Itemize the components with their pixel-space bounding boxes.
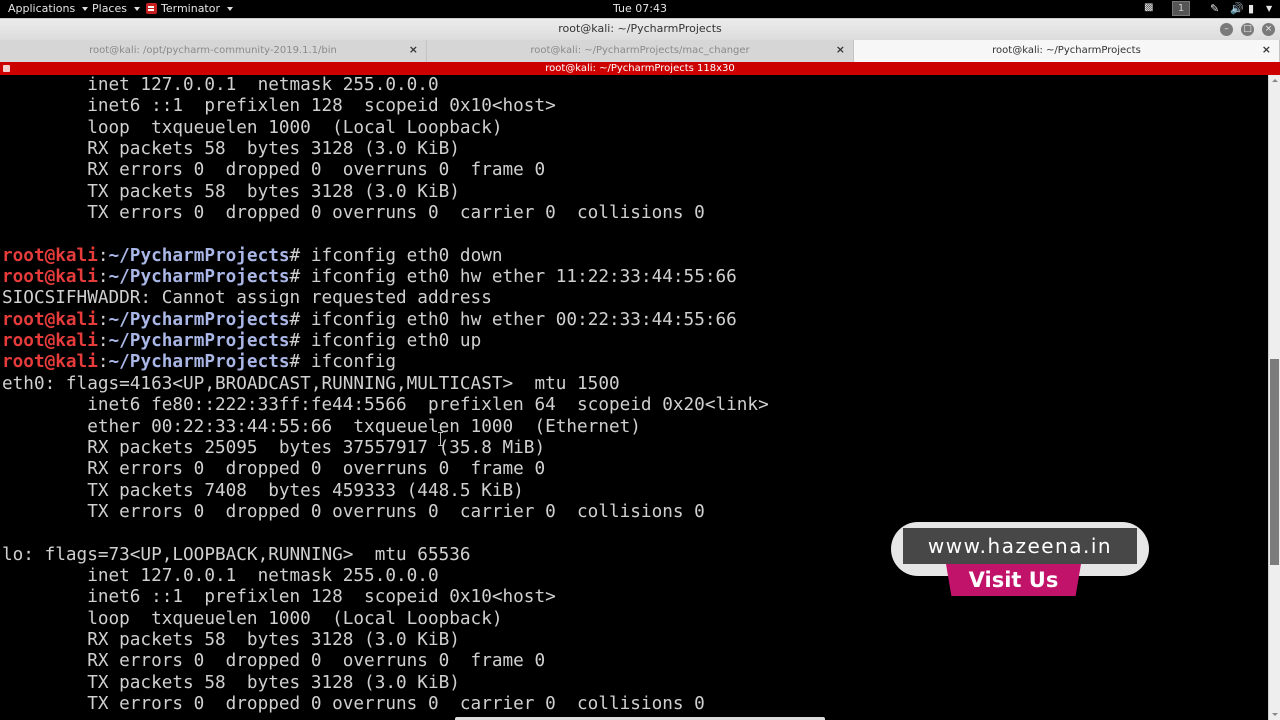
output-line: ether 00:22:33:44:55:66 txqueuelen 1000 … bbox=[2, 416, 641, 437]
output-line: RX packets 58 bytes 3128 (3.0 KiB) bbox=[2, 629, 460, 650]
output-line: TX packets 58 bytes 3128 (3.0 KiB) bbox=[2, 181, 460, 202]
top-panel: Applications Places Terminator Tue 07:43… bbox=[0, 0, 1280, 18]
command-text: ifconfig eth0 hw ether 11:22:33:44:55:66 bbox=[310, 267, 737, 288]
command-line: root@kali:~/PycharmProjects# ifconfig et… bbox=[2, 331, 1268, 352]
output-line: loop txqueuelen 1000 (Local Loopback) bbox=[2, 608, 503, 629]
terminal-output[interactable]: inet 127.0.0.1 netmask 255.0.0.0 inet6 :… bbox=[2, 75, 1268, 720]
terminal-title: root@kali: ~/PycharmProjects 118x30 bbox=[545, 63, 735, 74]
prompt-path: ~/PycharmProjects bbox=[108, 352, 290, 373]
output-line: inet6 fe80::222:33ff:fe44:5566 prefixlen… bbox=[2, 395, 769, 416]
window-titlebar[interactable]: root@kali: ~/PycharmProjects – □ × bbox=[0, 18, 1280, 40]
tab-label: root@kali: ~/PycharmProjects/mac_changer bbox=[530, 45, 750, 56]
output-line: loop txqueuelen 1000 (Local Loopback) bbox=[2, 117, 503, 138]
close-window-button[interactable]: × bbox=[1262, 23, 1275, 36]
prompt-symbol: # bbox=[289, 267, 311, 288]
clock[interactable]: Tue 07:43 bbox=[0, 2, 1280, 15]
prompt-symbol: # bbox=[289, 352, 311, 373]
workspace-indicator[interactable]: 1 bbox=[1172, 1, 1190, 16]
command-line: root@kali:~/PycharmProjects# ifconfig et… bbox=[2, 246, 1268, 267]
command-line: root@kali:~/PycharmProjects# ifconfig bbox=[2, 352, 1268, 373]
output-line: RX packets 25095 bytes 37557917 (35.8 Mi… bbox=[2, 437, 546, 458]
mouse-ibeam-cursor bbox=[438, 432, 443, 446]
command-text: ifconfig eth0 hw ether 00:22:33:44:55:66 bbox=[310, 309, 737, 330]
prompt-user: root@kali bbox=[2, 331, 98, 352]
prompt-path: ~/PycharmProjects bbox=[108, 245, 290, 266]
prompt-symbol: # bbox=[289, 309, 311, 330]
system-menu-chevron-icon[interactable]: ▼ bbox=[1266, 4, 1272, 13]
minimize-button[interactable]: – bbox=[1220, 23, 1233, 36]
output-line: TX packets 58 bytes 3128 (3.0 KiB) bbox=[2, 672, 460, 693]
output-line: RX packets 58 bytes 3128 (3.0 KiB) bbox=[2, 139, 460, 160]
output-line: RX errors 0 dropped 0 overruns 0 frame 0 bbox=[2, 160, 546, 181]
output-line: TX errors 0 dropped 0 overruns 0 carrier… bbox=[2, 501, 705, 522]
scrollbar-thumb[interactable] bbox=[1270, 358, 1279, 566]
watermark-url: www.hazeena.in bbox=[903, 528, 1137, 564]
close-tab-icon[interactable]: × bbox=[1262, 43, 1271, 56]
command-text: ifconfig eth0 down bbox=[310, 245, 503, 266]
output-line: inet6 ::1 prefixlen 128 scopeid 0x10<hos… bbox=[2, 96, 556, 117]
close-tab-icon[interactable]: × bbox=[409, 43, 418, 56]
prompt-path: ~/PycharmProjects bbox=[108, 267, 290, 288]
scroll-up-icon[interactable] bbox=[1272, 79, 1278, 82]
terminal-titlebar[interactable]: root@kali: ~/PycharmProjects 118x30 bbox=[0, 62, 1280, 75]
prompt-separator: : bbox=[97, 309, 109, 330]
window-title: root@kali: ~/PycharmProjects bbox=[558, 22, 722, 35]
prompt-separator: : bbox=[97, 267, 109, 288]
output-line: TX packets 7408 bytes 459333 (448.5 KiB) bbox=[2, 480, 524, 501]
tab-pycharm-bin[interactable]: root@kali: /opt/pycharm-community-2019.1… bbox=[0, 40, 427, 62]
prompt-user: root@kali bbox=[2, 352, 98, 373]
command-text: ifconfig bbox=[310, 352, 397, 373]
tab-label: root@kali: ~/PycharmProjects bbox=[992, 45, 1141, 56]
watermark-badge: www.hazeena.in Visit Us bbox=[891, 522, 1149, 598]
command-line: root@kali:~/PycharmProjects# ifconfig et… bbox=[2, 267, 1268, 288]
command-line: root@kali:~/PycharmProjects# ifconfig et… bbox=[2, 310, 1268, 331]
output-line: SIOCSIFHWADDR: Cannot assign requested a… bbox=[2, 288, 492, 309]
prompt-symbol: # bbox=[289, 331, 311, 352]
watermark-visit-us: Visit Us bbox=[946, 564, 1081, 596]
prompt-user: root@kali bbox=[2, 245, 98, 266]
maximize-button[interactable]: □ bbox=[1241, 23, 1254, 36]
close-tab-icon[interactable]: × bbox=[836, 43, 845, 56]
output-line: eth0: flags=4163<UP,BROADCAST,RUNNING,MU… bbox=[2, 373, 620, 394]
output-line: inet 127.0.0.1 netmask 255.0.0.0 bbox=[2, 75, 439, 95]
output-line: RX errors 0 dropped 0 overruns 0 frame 0 bbox=[2, 459, 546, 480]
prompt-separator: : bbox=[97, 245, 109, 266]
terminal-text: inet 127.0.0.1 netmask 255.0.0.0 inet6 :… bbox=[2, 75, 1268, 715]
terminal-scrollbar[interactable] bbox=[1268, 75, 1280, 720]
system-tray: ▩ 1 ✎ 🔊 ▮ ▼ bbox=[1100, 0, 1280, 18]
output-line: TX errors 0 dropped 0 overruns 0 carrier… bbox=[2, 693, 705, 714]
prompt-path: ~/PycharmProjects bbox=[108, 309, 290, 330]
prompt-symbol: # bbox=[289, 245, 311, 266]
tab-pycharm-projects[interactable]: root@kali: ~/PycharmProjects × bbox=[854, 40, 1280, 62]
prompt-user: root@kali bbox=[2, 309, 98, 330]
tab-bar: root@kali: /opt/pycharm-community-2019.1… bbox=[0, 40, 1280, 62]
video-camera-icon[interactable]: ▩ bbox=[1144, 2, 1153, 13]
prompt-path: ~/PycharmProjects bbox=[108, 331, 290, 352]
prompt-separator: : bbox=[97, 352, 109, 373]
tab-mac-changer[interactable]: root@kali: ~/PycharmProjects/mac_changer… bbox=[427, 40, 854, 62]
pen-icon[interactable]: ✎ bbox=[1210, 2, 1219, 15]
prompt-separator: : bbox=[97, 331, 109, 352]
output-line: RX errors 0 dropped 0 overruns 0 frame 0 bbox=[2, 651, 546, 672]
tab-label: root@kali: /opt/pycharm-community-2019.1… bbox=[89, 45, 337, 56]
prompt-user: root@kali bbox=[2, 267, 98, 288]
battery-icon[interactable]: ▮ bbox=[1248, 2, 1254, 15]
command-text: ifconfig eth0 up bbox=[310, 331, 482, 352]
output-line: TX errors 0 dropped 0 overruns 0 carrier… bbox=[2, 203, 705, 224]
scroll-down-icon[interactable] bbox=[1272, 713, 1278, 716]
volume-icon[interactable]: 🔊 bbox=[1230, 2, 1244, 15]
